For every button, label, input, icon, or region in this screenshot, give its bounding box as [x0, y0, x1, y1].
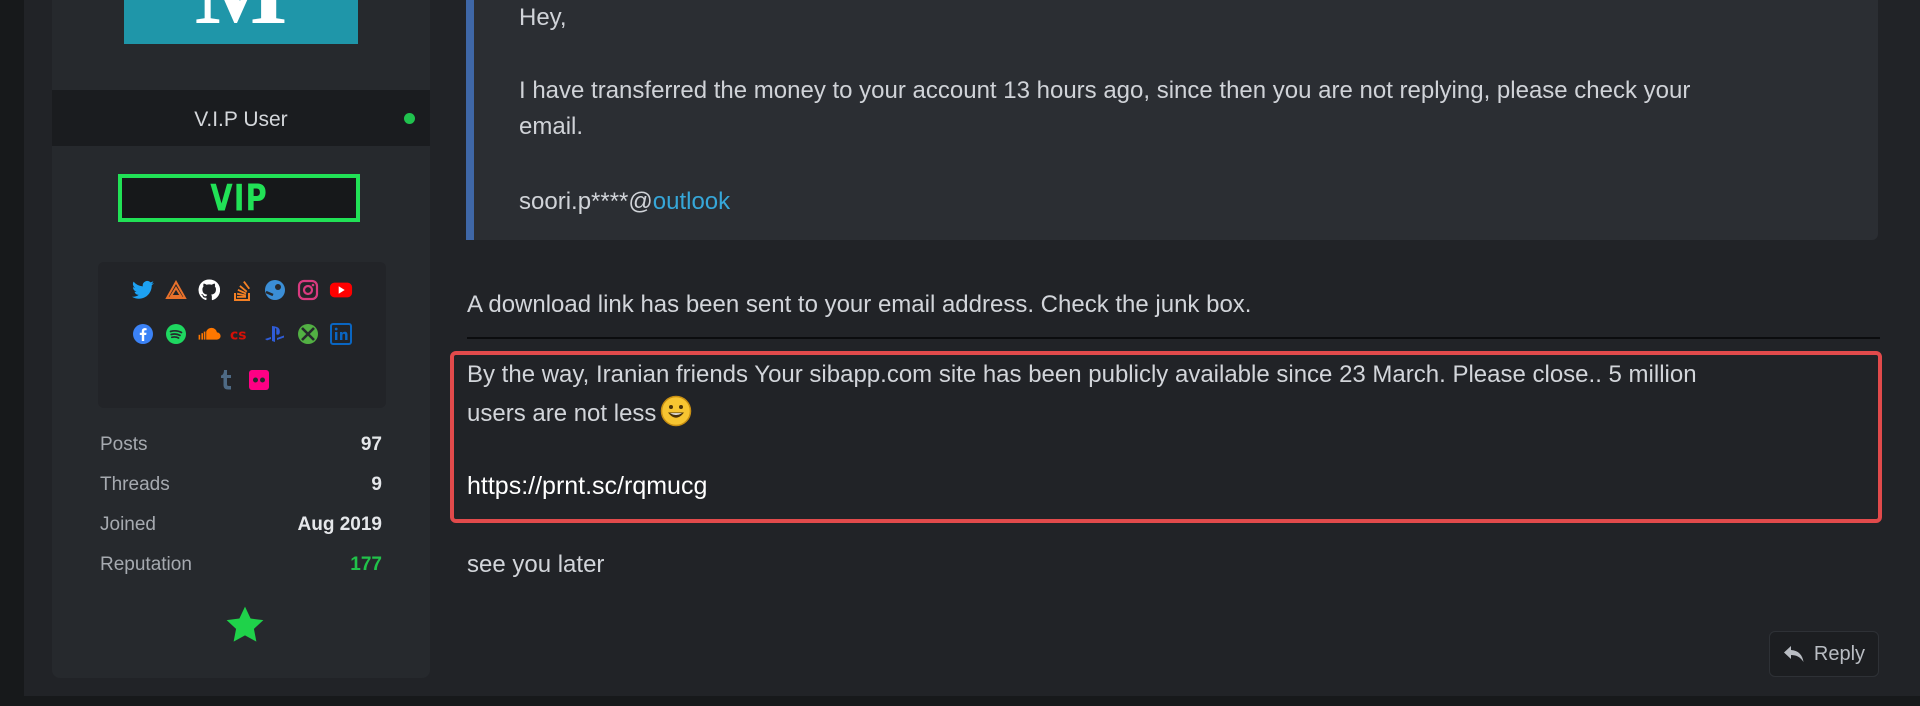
lastfm-icon[interactable]: cs — [230, 322, 254, 346]
highlight-text-line: users are not less — [467, 395, 692, 432]
reply-button[interactable]: Reply — [1769, 631, 1879, 677]
user-role-bar: V.I.P User — [52, 90, 430, 146]
threads-count: 9 — [371, 474, 382, 495]
stat-label: Posts — [100, 434, 148, 455]
hackthebox-icon[interactable] — [164, 278, 188, 302]
facebook-icon[interactable] — [131, 322, 155, 346]
instagram-icon[interactable] — [296, 278, 320, 302]
playstation-icon[interactable] — [263, 322, 287, 346]
linkedin-icon[interactable] — [329, 322, 353, 346]
online-status-dot — [404, 113, 415, 124]
xbox-icon[interactable] — [296, 322, 320, 346]
user-role: V.I.P User — [194, 108, 288, 131]
quote-greeting: Hey, — [519, 4, 567, 31]
joined-date: Aug 2019 — [297, 514, 382, 535]
closing-text: see you later — [467, 551, 605, 578]
email-prefix: soori.p****@ — [519, 188, 653, 215]
avatar-letter: M — [124, 0, 358, 40]
stat-label: Threads — [100, 474, 170, 495]
quoted-message: Hey, I have transferred the money to you… — [466, 0, 1878, 240]
reply-text: A download link has been sent to your em… — [467, 291, 1252, 318]
social-links: cs — [98, 262, 386, 408]
stat-label: Reputation — [100, 554, 192, 575]
flickr-icon[interactable] — [247, 368, 271, 392]
star-icon — [226, 606, 264, 642]
divider — [467, 337, 1880, 339]
spotify-icon[interactable] — [164, 322, 188, 346]
highlight-text: users are not less — [467, 400, 657, 427]
soundcloud-icon[interactable] — [197, 322, 221, 346]
reply-arrow-icon — [1783, 646, 1804, 662]
stat-label: Joined — [100, 514, 156, 535]
stat-joined: Joined Aug 2019 — [100, 506, 382, 546]
user-avatar[interactable]: M — [124, 0, 358, 44]
social-row-1 — [98, 278, 386, 302]
github-icon[interactable] — [197, 278, 221, 302]
reply-button-label: Reply — [1813, 642, 1866, 665]
page-left-border — [0, 0, 26, 706]
social-row-3 — [98, 368, 386, 392]
smiley-icon — [661, 395, 692, 427]
stat-reputation: Reputation 177 — [100, 546, 382, 586]
steam-icon[interactable] — [263, 278, 287, 302]
svg-text:cs: cs — [230, 328, 246, 344]
quote-email: soori.p****@outlook — [519, 184, 730, 220]
user-info-card: M V.I.P User VIP — [52, 0, 430, 678]
youtube-icon[interactable] — [329, 278, 353, 302]
posts-count: 97 — [360, 434, 382, 455]
twitter-icon[interactable] — [131, 278, 155, 302]
vip-badge-label: VIP — [210, 176, 268, 220]
screenshot-link[interactable]: https://prnt.sc/rqmucg — [467, 472, 707, 501]
tumblr-icon[interactable] — [214, 368, 238, 392]
vip-badge: VIP — [118, 174, 360, 222]
highlight-text-line: By the way, Iranian friends Your sibapp.… — [467, 361, 1697, 388]
user-stats: Posts 97 Threads 9 Joined Aug 2019 Reput… — [100, 426, 382, 586]
email-link[interactable]: outlook — [653, 188, 730, 215]
social-row-2: cs — [98, 322, 386, 346]
stat-threads: Threads 9 — [100, 466, 382, 506]
stat-posts: Posts 97 — [100, 426, 382, 466]
page-bottom-border — [0, 696, 1920, 706]
quote-text-line: I have transferred the money to your acc… — [519, 77, 1691, 104]
reputation-count: 177 — [350, 554, 382, 575]
stackoverflow-icon[interactable] — [230, 278, 254, 302]
quote-text-line: email. — [519, 113, 584, 140]
